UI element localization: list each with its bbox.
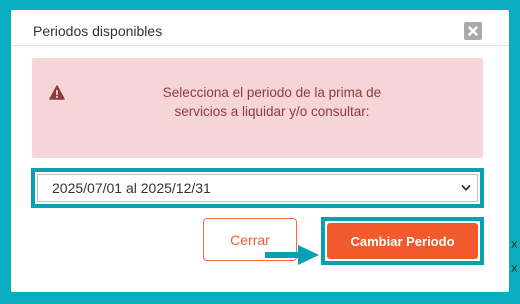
alert-line-1: Selecciona el periodo de la prima de [162,85,382,100]
period-select-highlight: 2025/07/01 al 2025/12/31 [31,168,484,208]
pointer-arrow-icon [265,245,319,265]
alert-message: Selecciona el periodo de la prima de ser… [92,83,452,121]
alert-line-2: servicios a liquidar y/o consultar: [174,104,370,119]
header-divider [11,45,509,46]
close-button[interactable] [464,22,482,40]
side-mark-1: X [511,240,518,251]
alert-banner: Selecciona el periodo de la prima de ser… [32,58,483,158]
cambiar-periodo-button[interactable]: Cambiar Periodo [327,223,478,259]
close-icon[interactable] [468,26,478,36]
modal-title: Periodos disponibles [33,23,163,39]
chevron-down-icon[interactable] [461,183,471,193]
cambiar-periodo-highlight: Cambiar Periodo [321,217,484,265]
period-select-value: 2025/07/01 al 2025/12/31 [52,180,211,196]
warning-icon [49,85,65,100]
modal-dialog: Periodos disponibles Selecciona el perio… [11,10,509,292]
period-select[interactable]: 2025/07/01 al 2025/12/31 [37,174,478,202]
side-mark-2: X [511,264,518,275]
